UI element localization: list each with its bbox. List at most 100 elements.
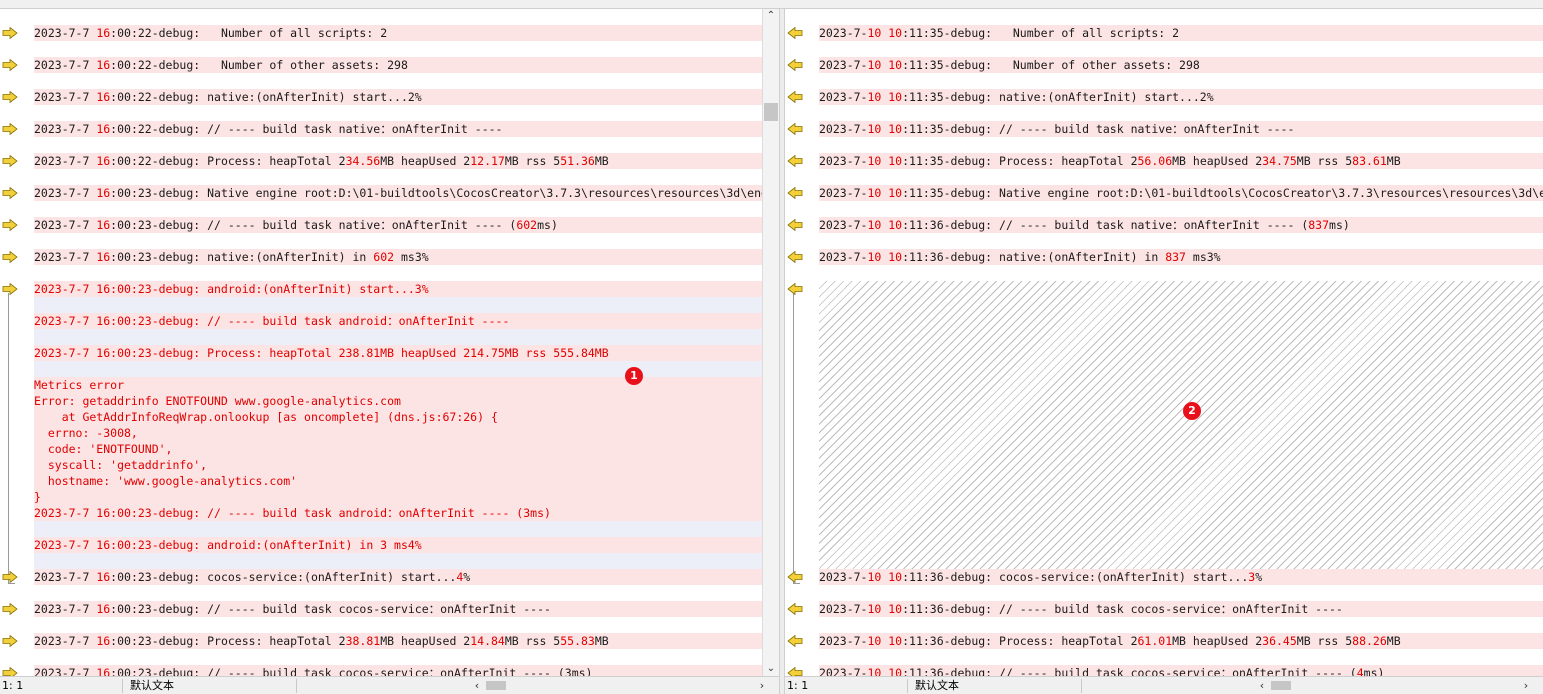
- diff-line-red: 2023-7-7 16:00:23-debug: android:(onAfte…: [34, 537, 762, 553]
- arrow-left-icon[interactable]: [787, 91, 803, 103]
- text-segment: :00:23-debug: Native engine root:D:\01-b…: [110, 186, 762, 200]
- chevron-up-icon[interactable]: ⌃: [763, 9, 779, 23]
- scrollbar-thumb[interactable]: [1271, 681, 1291, 690]
- arrow-left-icon[interactable]: [787, 283, 803, 295]
- diff-segment: 12.17: [470, 154, 505, 168]
- diff-segment: 34.56: [345, 154, 381, 168]
- status-separator: [907, 679, 908, 693]
- text-segment: MB heapUsed 2: [380, 154, 471, 168]
- arrow-right-icon[interactable]: [2, 187, 18, 199]
- text-segment: 2023-7-: [819, 122, 868, 136]
- diff-segment: 88.26: [1352, 634, 1387, 648]
- text-segment: MB: [1386, 154, 1401, 168]
- diff-segment: 56.06: [1137, 154, 1173, 168]
- arrow-right-icon[interactable]: [2, 667, 18, 676]
- text-segment: :00:22-debug: Number of other assets: 29…: [110, 58, 408, 72]
- diff-segment: 10 10: [867, 26, 903, 40]
- arrow-right-icon[interactable]: [2, 155, 18, 167]
- arrow-left-icon[interactable]: [787, 571, 803, 583]
- text-segment: 2023-7-7: [34, 186, 97, 200]
- left-compare-pane[interactable]: 2023-7-7 16:00:23-debug: android:(onAfte…: [0, 9, 762, 676]
- right-horizontal-scrollbar[interactable]: ‹ ›: [1255, 678, 1533, 693]
- diff-line: 2023-7-7 16:00:22-debug: // ---- build t…: [34, 121, 762, 137]
- diff-segment: 4: [1356, 666, 1364, 676]
- diff-segment: 16: [96, 122, 111, 136]
- arrow-right-icon[interactable]: [2, 603, 18, 615]
- arrow-right-icon[interactable]: [2, 123, 18, 135]
- text-segment: :11:35-debug: Number of all scripts: 2: [902, 26, 1180, 40]
- text-segment: 2023-7-: [819, 570, 868, 584]
- diff-segment: 10 10: [867, 634, 903, 648]
- arrow-right-icon[interactable]: [2, 219, 18, 231]
- arrow-left-icon[interactable]: [787, 667, 803, 676]
- text-segment: :00:23-debug: // ---- build task cocos-s…: [110, 666, 593, 676]
- left-horizontal-scrollbar[interactable]: ‹ ›: [470, 678, 769, 693]
- arrow-left-icon[interactable]: [787, 155, 803, 167]
- arrow-right-icon[interactable]: [2, 59, 18, 71]
- text-segment: :00:23-debug: // ---- build task cocos-s…: [110, 602, 551, 616]
- diff-segment: 602: [373, 250, 395, 264]
- arrow-left-icon[interactable]: [787, 635, 803, 647]
- diff-line: 2023-7-10 10:11:36-debug: // ---- build …: [819, 217, 1543, 233]
- arrow-left-icon[interactable]: [787, 603, 803, 615]
- text-segment: MB heapUsed 2: [380, 634, 471, 648]
- text-segment: 2023-7-: [819, 666, 868, 676]
- diff-segment: 10 10: [867, 666, 903, 676]
- separator-row: [34, 521, 762, 537]
- text-segment: :00:22-debug: // ---- build task native：…: [110, 122, 503, 136]
- chevron-left-icon[interactable]: ‹: [470, 678, 484, 693]
- chevron-right-icon[interactable]: ›: [1519, 678, 1533, 693]
- diff-segment: 10 10: [867, 602, 903, 616]
- arrow-left-icon[interactable]: [787, 187, 803, 199]
- diff-line: 2023-7-7 16:00:23-debug: Process: heapTo…: [34, 633, 762, 649]
- diff-segment: 16: [96, 634, 111, 648]
- diff-segment: 10 10: [867, 154, 903, 168]
- arrow-left-icon[interactable]: [787, 27, 803, 39]
- arrow-left-icon[interactable]: [787, 251, 803, 263]
- arrow-left-icon[interactable]: [787, 123, 803, 135]
- arrow-right-icon[interactable]: [2, 571, 18, 583]
- chevron-right-icon[interactable]: ›: [755, 678, 769, 693]
- arrow-right-icon[interactable]: [2, 283, 18, 295]
- chevron-down-icon[interactable]: ⌄: [763, 662, 779, 676]
- arrow-left-icon[interactable]: [787, 219, 803, 231]
- text-segment: ms): [1363, 666, 1385, 676]
- text-segment: :11:36-debug: cocos-service:(onAfterInit…: [902, 570, 1249, 584]
- diff-segment: 602: [516, 218, 538, 232]
- diff-segment: 16: [96, 666, 111, 676]
- top-strip: [0, 0, 1543, 9]
- text-segment: 2023-7-7: [34, 602, 97, 616]
- cursor-position: 1: 1: [2, 679, 24, 692]
- text-segment: MB rss 5: [504, 154, 561, 168]
- scrollbar-thumb[interactable]: [486, 681, 506, 690]
- left-vertical-scrollbar[interactable]: ⌃ ⌄: [762, 9, 779, 676]
- text-segment: :11:35-debug: Native engine root:D:\01-b…: [902, 186, 1543, 200]
- scrollbar-thumb[interactable]: [764, 103, 778, 121]
- right-text-lines: 2 2023-7-10 10:11:35-debug: Number of al…: [785, 9, 1543, 676]
- diff-line: 2023-7-7 16:00:22-debug: Number of other…: [34, 57, 762, 73]
- text-segment: 2023-7-7: [34, 666, 97, 676]
- text-segment: 2023-7-7: [34, 634, 97, 648]
- diff-segment: 10 10: [867, 218, 903, 232]
- arrow-right-icon[interactable]: [2, 251, 18, 263]
- annotation-badge-1: 1: [625, 367, 643, 385]
- chevron-left-icon[interactable]: ‹: [1255, 678, 1269, 693]
- diff-line: 2023-7-7 16:00:23-debug: native:(onAfter…: [34, 249, 762, 265]
- text-segment: MB: [594, 634, 609, 648]
- status-separator: [122, 679, 123, 693]
- arrow-right-icon[interactable]: [2, 91, 18, 103]
- diff-segment: 16: [96, 186, 111, 200]
- text-segment: :11:36-debug: // ---- build task cocos-s…: [902, 666, 1357, 676]
- diff-segment: 16: [96, 218, 111, 232]
- diff-line: 2023-7-7 16:00:22-debug: native:(onAfter…: [34, 89, 762, 105]
- diff-line: 2023-7-10 10:11:35-debug: Number of all …: [819, 25, 1543, 41]
- separator-row: [34, 361, 762, 377]
- arrow-left-icon[interactable]: [787, 59, 803, 71]
- text-segment: :11:36-debug: Process: heapTotal 2: [902, 634, 1138, 648]
- text-segment: :00:23-debug: cocos-service:(onAfterInit…: [110, 570, 457, 584]
- arrow-right-icon[interactable]: [2, 635, 18, 647]
- diff-segment: 10 10: [867, 186, 903, 200]
- arrow-right-icon[interactable]: [2, 27, 18, 39]
- diff-line: 2023-7-7 16:00:22-debug: Number of all s…: [34, 25, 762, 41]
- right-compare-pane[interactable]: 2 2023-7-10 10:11:35-debug: Number of al…: [785, 9, 1543, 676]
